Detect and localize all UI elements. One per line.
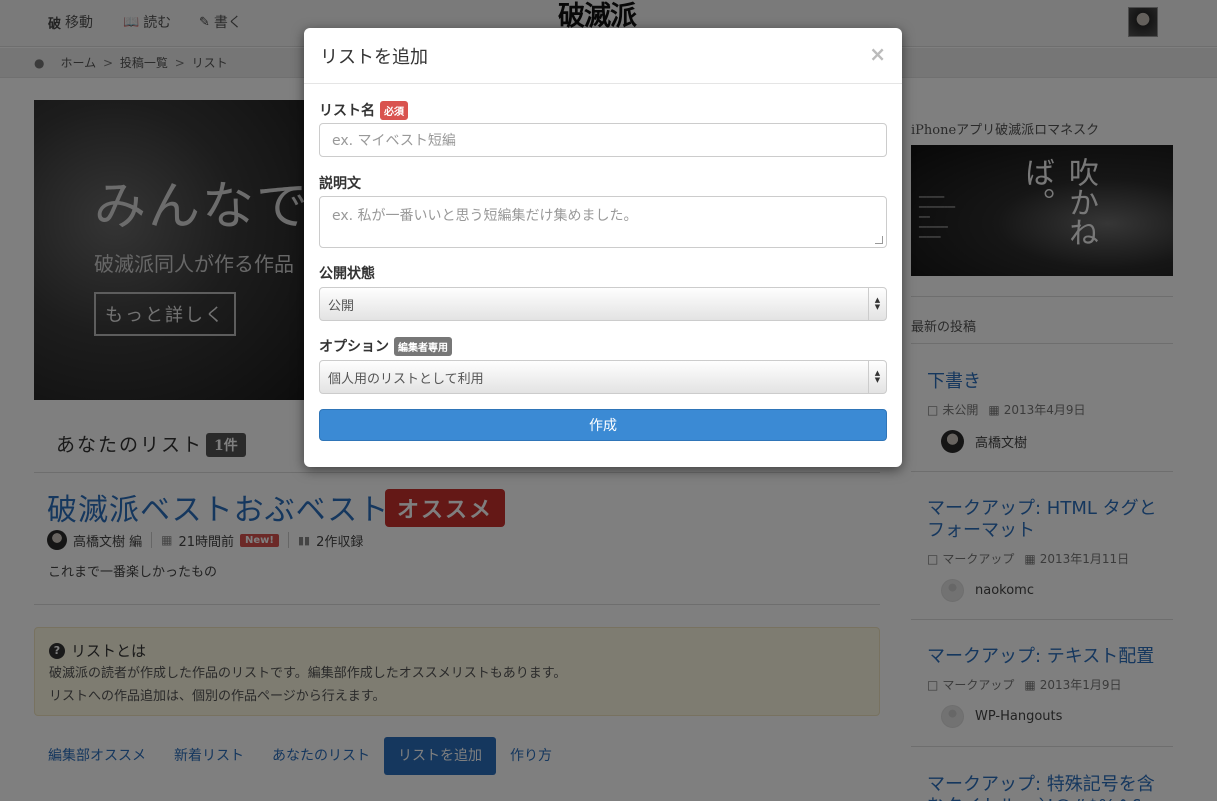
description-textarea[interactable]: ex. 私が一番いいと思う短編集だけ集めました。 — [319, 196, 887, 248]
list-name-input[interactable]: ex. マイベスト短編 — [319, 123, 887, 157]
create-button[interactable]: 作成 — [319, 409, 887, 441]
option-select[interactable]: 個人用のリストとして利用 ▲ ▼ — [319, 360, 887, 394]
visibility-value: 公開 — [328, 298, 355, 314]
required-badge: 必須 — [380, 100, 408, 120]
modal-header: リストを追加 × — [304, 28, 902, 84]
list-name-label: リスト名 必須 — [319, 100, 408, 120]
resize-handle-icon[interactable] — [875, 236, 883, 244]
visibility-label: 公開状態 — [319, 266, 375, 282]
select-arrows-icon: ▲ ▼ — [868, 288, 886, 320]
option-label-text: オプション — [319, 339, 389, 355]
select-arrows-icon: ▲ ▼ — [868, 361, 886, 393]
visibility-select[interactable]: 公開 ▲ ▼ — [319, 287, 887, 321]
editor-only-badge: 編集者専用 — [394, 336, 452, 356]
description-label: 説明文 — [319, 176, 361, 192]
modal-title: リストを追加 — [320, 47, 428, 68]
add-list-modal: リストを追加 × リスト名 必須 ex. マイベスト短編 説明文 ex. 私が一… — [304, 28, 902, 467]
description-placeholder: ex. 私が一番いいと思う短編集だけ集めました。 — [332, 208, 638, 224]
close-icon[interactable]: × — [869, 42, 886, 66]
option-label: オプション 編集者専用 — [319, 336, 452, 356]
list-name-label-text: リスト名 — [319, 103, 375, 119]
option-value: 個人用のリストとして利用 — [328, 371, 484, 387]
